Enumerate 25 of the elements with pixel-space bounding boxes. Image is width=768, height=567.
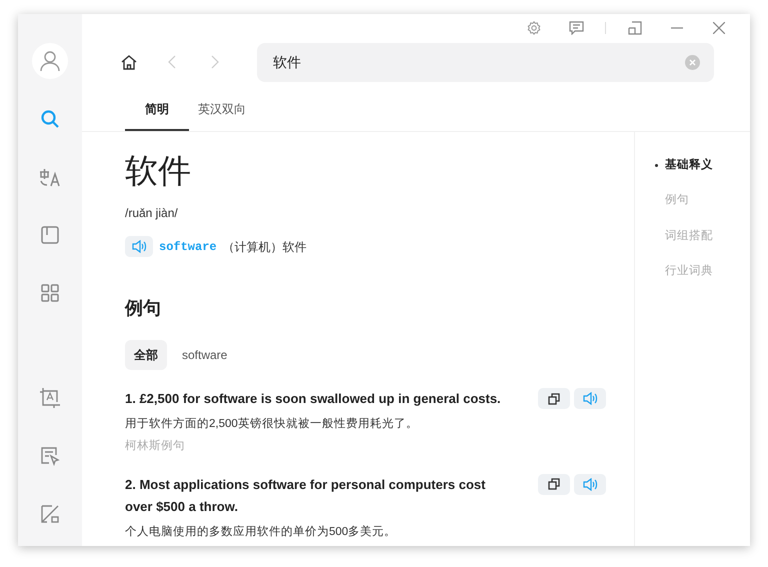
tab[interactable]: 英汉双向 <box>189 96 255 131</box>
copy-button[interactable] <box>538 388 570 409</box>
filter-chip[interactable]: 全部 <box>125 340 167 370</box>
outline-link[interactable]: 基础释义 <box>635 157 713 174</box>
avatar[interactable] <box>32 43 68 79</box>
copy-icon <box>548 392 560 404</box>
speaker-button[interactable] <box>125 236 153 257</box>
speaker-icon <box>132 240 146 253</box>
clear-icon[interactable] <box>685 54 700 70</box>
section-heading: 例句 <box>125 297 162 320</box>
speaker-icon <box>582 478 598 490</box>
meaning: （计算机）软件 <box>222 238 307 256</box>
search-field[interactable]: 软件 <box>257 42 714 82</box>
example-sentence: 2. Most applications software for personal computers cost over $500 a throw. <box>125 476 486 516</box>
speaker-icon <box>582 392 598 405</box>
example-sentence: 1. £2,500 for software is soon swallowed up in general costs. <box>125 390 502 408</box>
tab[interactable]: 简明 <box>125 96 189 131</box>
example-translation: 用于软件方面的2,500英镑很快就被一般性费用耗光了。 <box>125 416 419 432</box>
example-translation: 个人电脑使用的多数应用软件的单价为500多美元。 <box>125 524 398 540</box>
copy-icon <box>548 478 560 490</box>
filter-chip[interactable]: software <box>173 340 236 370</box>
pinyin: /ruǎn jiàn/ <box>125 205 179 222</box>
example-source: 柯林斯例句 <box>125 438 186 454</box>
headword: 软件 <box>125 154 192 187</box>
copy-button[interactable] <box>538 474 570 494</box>
